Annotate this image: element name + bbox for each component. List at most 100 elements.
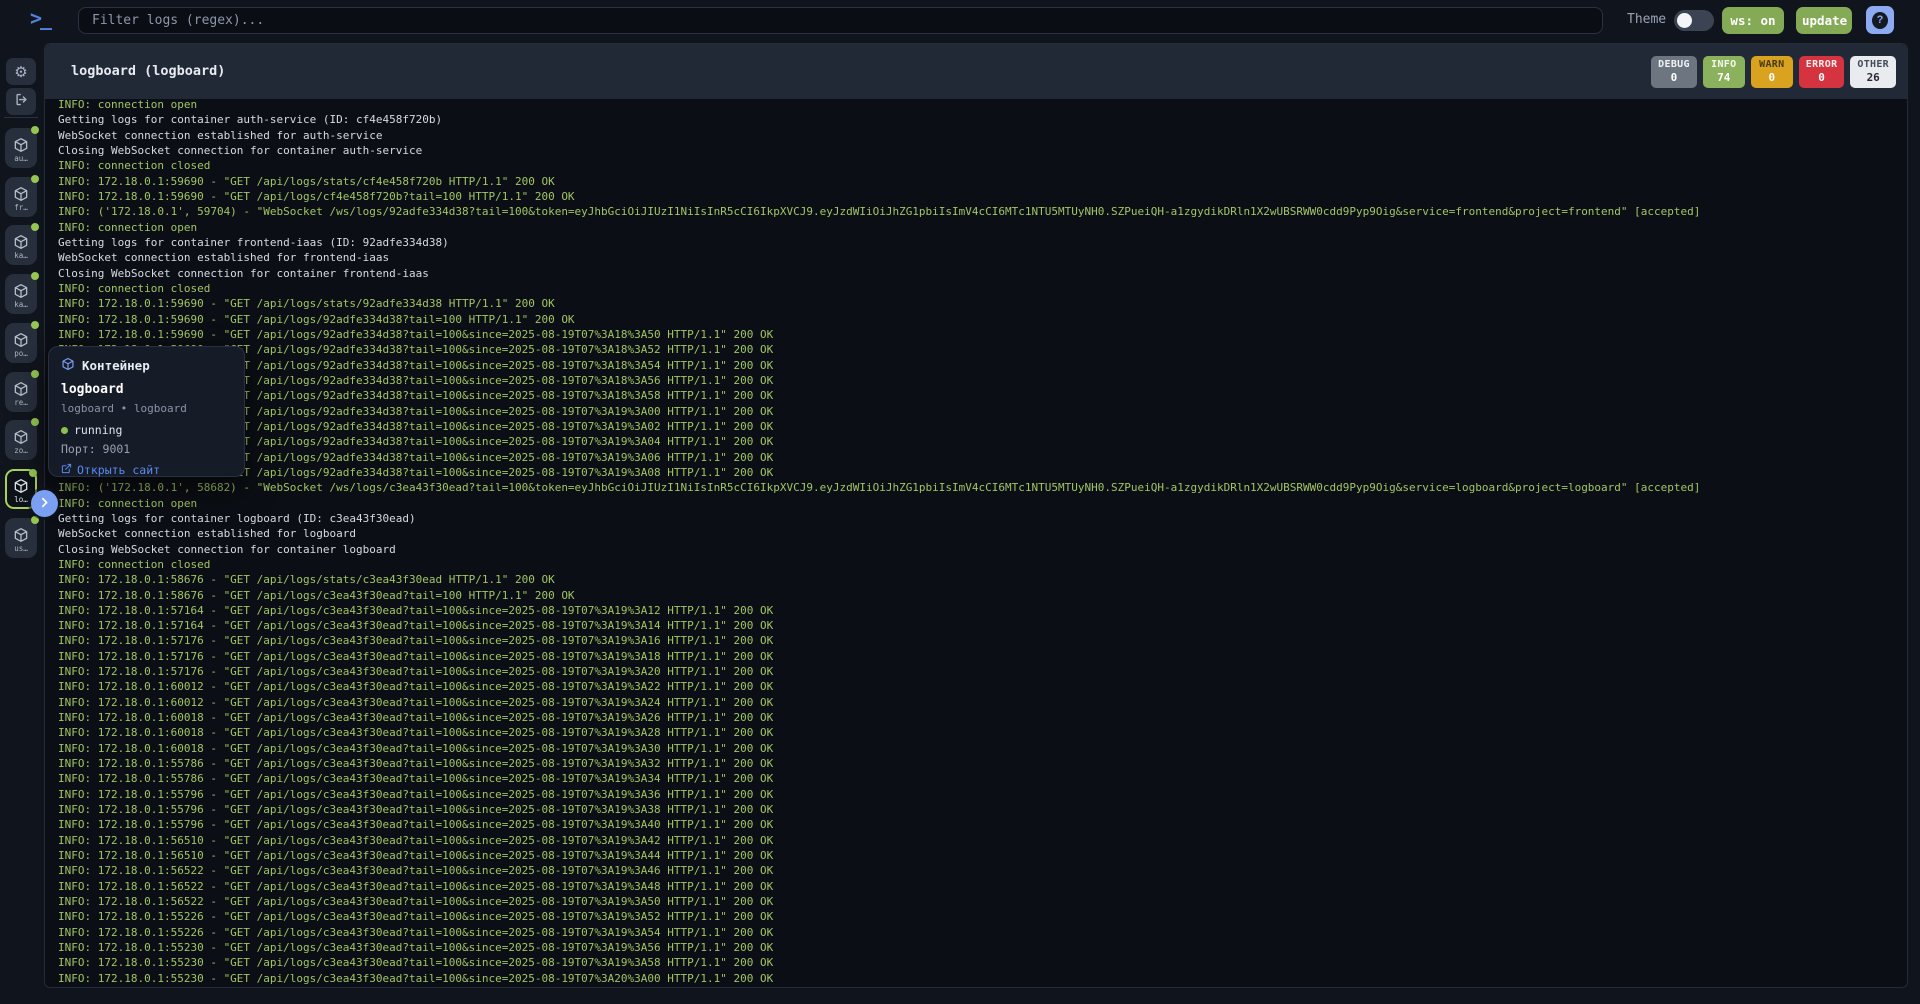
log-line: INFO: 172.18.0.1:59690 - "GET /api/logs/… bbox=[58, 312, 1907, 327]
logout-button[interactable] bbox=[6, 88, 36, 115]
container-status-dot bbox=[31, 223, 39, 231]
status-badge[interactable]: OTHER26 bbox=[1850, 56, 1896, 88]
log-line: INFO: 172.18.0.1:55796 - "GET /api/logs/… bbox=[58, 817, 1907, 832]
cube-icon bbox=[5, 429, 37, 445]
gear-icon: ⚙ bbox=[14, 63, 27, 81]
log-line: INFO: 172.18.0.1:59690 - "GET /api/logs/… bbox=[58, 296, 1907, 311]
status-badge[interactable]: INFO74 bbox=[1703, 56, 1745, 88]
log-line: Closing WebSocket connection for contain… bbox=[58, 542, 1907, 557]
log-area[interactable]: INFO: connection openGetting logs for co… bbox=[45, 99, 1907, 987]
log-line: INFO: 172.18.0.1:57176 - "GET /api/logs/… bbox=[58, 664, 1907, 679]
log-line: INFO: connection open bbox=[58, 99, 1907, 112]
update-button[interactable]: update bbox=[1796, 7, 1852, 34]
cube-icon bbox=[5, 234, 37, 250]
log-line: INFO: 172.18.0.1:57176 - "GET /api/logs/… bbox=[58, 649, 1907, 664]
badge-label: ERROR bbox=[1806, 59, 1838, 70]
log-line: INFO: 172.18.0.1:55226 - "GET /api/logs/… bbox=[58, 909, 1907, 924]
status-badge[interactable]: DEBUG0 bbox=[1651, 56, 1697, 88]
ws-status-button[interactable]: ws: on bbox=[1722, 7, 1784, 34]
sidebar-item-container[interactable]: ka… bbox=[5, 274, 37, 314]
badge-label: DEBUG bbox=[1658, 59, 1690, 70]
log-line: INFO: 172.18.0.1:59690 - "GET /api/logs/… bbox=[58, 465, 1907, 480]
container-label: ka… bbox=[5, 251, 37, 260]
badge-count: 0 bbox=[1806, 71, 1838, 84]
container-status-dot bbox=[31, 272, 39, 280]
sidebar-item-container[interactable]: po… bbox=[5, 323, 37, 363]
chevron-right-icon bbox=[38, 496, 51, 512]
log-line: INFO: 172.18.0.1:59690 - "GET /api/logs/… bbox=[58, 404, 1907, 419]
log-line: INFO: connection open bbox=[58, 496, 1907, 511]
status-badges: DEBUG0INFO74WARN0ERROR0OTHER26 bbox=[1651, 56, 1896, 88]
external-link-icon bbox=[61, 463, 72, 477]
log-line: WebSocket connection established for log… bbox=[58, 526, 1907, 541]
log-line: INFO: 172.18.0.1:59690 - "GET /api/logs/… bbox=[58, 342, 1907, 357]
sidebar-item-container[interactable]: zo… bbox=[5, 420, 37, 460]
cube-icon bbox=[5, 137, 37, 153]
page-title: logboard (logboard) bbox=[71, 44, 225, 99]
sidebar-item-container[interactable]: fr… bbox=[5, 177, 37, 217]
log-line: WebSocket connection established for aut… bbox=[58, 128, 1907, 143]
status-badge[interactable]: WARN0 bbox=[1751, 56, 1793, 88]
log-line: INFO: 172.18.0.1:55230 - "GET /api/logs/… bbox=[58, 955, 1907, 970]
theme-toggle[interactable] bbox=[1674, 10, 1714, 31]
container-label: au… bbox=[5, 154, 37, 163]
log-line: INFO: 172.18.0.1:59690 - "GET /api/logs/… bbox=[58, 327, 1907, 342]
open-site-link[interactable]: Открыть сайт bbox=[61, 463, 232, 477]
badge-count: 0 bbox=[1658, 71, 1690, 84]
log-line: INFO: 172.18.0.1:55230 - "GET /api/logs/… bbox=[58, 940, 1907, 955]
status-badge[interactable]: ERROR0 bbox=[1799, 56, 1845, 88]
log-line: INFO: 172.18.0.1:56522 - "GET /api/logs/… bbox=[58, 879, 1907, 894]
log-line: INFO: 172.18.0.1:57176 - "GET /api/logs/… bbox=[58, 633, 1907, 648]
log-line: INFO: 172.18.0.1:58676 - "GET /api/logs/… bbox=[58, 588, 1907, 603]
cube-icon bbox=[5, 283, 37, 299]
badge-count: 26 bbox=[1857, 71, 1889, 84]
log-panel-header: logboard (logboard) DEBUG0INFO74WARN0ERR… bbox=[45, 44, 1907, 99]
log-line: INFO: connection open bbox=[58, 220, 1907, 235]
cube-icon bbox=[5, 527, 37, 543]
settings-button[interactable]: ⚙ bbox=[6, 58, 36, 85]
log-line: INFO: 172.18.0.1:55796 - "GET /api/logs/… bbox=[58, 787, 1907, 802]
log-line: WebSocket connection established for fro… bbox=[58, 250, 1907, 265]
badge-label: INFO bbox=[1710, 59, 1738, 70]
sidebar-item-container[interactable]: au… bbox=[5, 128, 37, 168]
log-line: INFO: 172.18.0.1:59690 - "GET /api/logs/… bbox=[58, 373, 1907, 388]
log-line: INFO: 172.18.0.1:59690 - "GET /api/logs/… bbox=[58, 189, 1907, 204]
filter-logs-input[interactable] bbox=[78, 7, 1603, 34]
log-line: INFO: 172.18.0.1:59690 - "GET /api/logs/… bbox=[58, 434, 1907, 449]
container-status-dot bbox=[31, 418, 39, 426]
log-line: Getting logs for container auth-service … bbox=[58, 112, 1907, 127]
tooltip-subtitle: logboard • logboard bbox=[61, 402, 232, 415]
log-line: INFO: connection closed bbox=[58, 158, 1907, 173]
container-label: us… bbox=[5, 544, 37, 553]
container-status-dot bbox=[29, 469, 37, 477]
log-line: INFO: 172.18.0.1:57164 - "GET /api/logs/… bbox=[58, 603, 1907, 618]
badge-count: 74 bbox=[1710, 71, 1738, 84]
logout-icon bbox=[14, 92, 29, 111]
log-line: INFO: 172.18.0.1:59690 - "GET /api/logs/… bbox=[58, 419, 1907, 434]
sidebar-expand-button[interactable] bbox=[31, 490, 58, 517]
log-line: INFO: ('172.18.0.1', 59704) - "WebSocket… bbox=[58, 204, 1907, 219]
help-button[interactable]: ? bbox=[1866, 6, 1894, 34]
log-line: INFO: 172.18.0.1:56522 - "GET /api/logs/… bbox=[58, 863, 1907, 878]
log-line: INFO: 172.18.0.1:57164 - "GET /api/logs/… bbox=[58, 618, 1907, 633]
log-line: INFO: 172.18.0.1:55230 - "GET /api/logs/… bbox=[58, 971, 1907, 986]
sidebar-item-container[interactable]: us… bbox=[5, 518, 37, 558]
badge-label: OTHER bbox=[1857, 59, 1889, 70]
log-line: INFO: 172.18.0.1:55226 - "GET /api/logs/… bbox=[58, 925, 1907, 940]
tooltip-port: Порт: 9001 bbox=[61, 442, 232, 456]
log-line: INFO: 172.18.0.1:56510 - "GET /api/logs/… bbox=[58, 833, 1907, 848]
container-label: re… bbox=[5, 398, 37, 407]
log-line: INFO: 172.18.0.1:60012 - "GET /api/logs/… bbox=[58, 695, 1907, 710]
container-status-dot bbox=[31, 126, 39, 134]
topbar: >_ Theme ws: on update ? bbox=[0, 0, 1920, 40]
log-line: INFO: 172.18.0.1:60018 - "GET /api/logs/… bbox=[58, 710, 1907, 725]
cube-icon bbox=[5, 332, 37, 348]
cube-icon bbox=[7, 478, 35, 494]
log-line: Getting logs for container frontend-iaas… bbox=[58, 235, 1907, 250]
badge-count: 0 bbox=[1758, 71, 1786, 84]
log-line: INFO: 172.18.0.1:59690 - "GET /api/logs/… bbox=[58, 358, 1907, 373]
sidebar-item-container[interactable]: ka… bbox=[5, 225, 37, 265]
sidebar-item-container[interactable]: re… bbox=[5, 372, 37, 412]
log-line: INFO: 172.18.0.1:55786 - "GET /api/logs/… bbox=[58, 756, 1907, 771]
container-status-dot bbox=[31, 370, 39, 378]
